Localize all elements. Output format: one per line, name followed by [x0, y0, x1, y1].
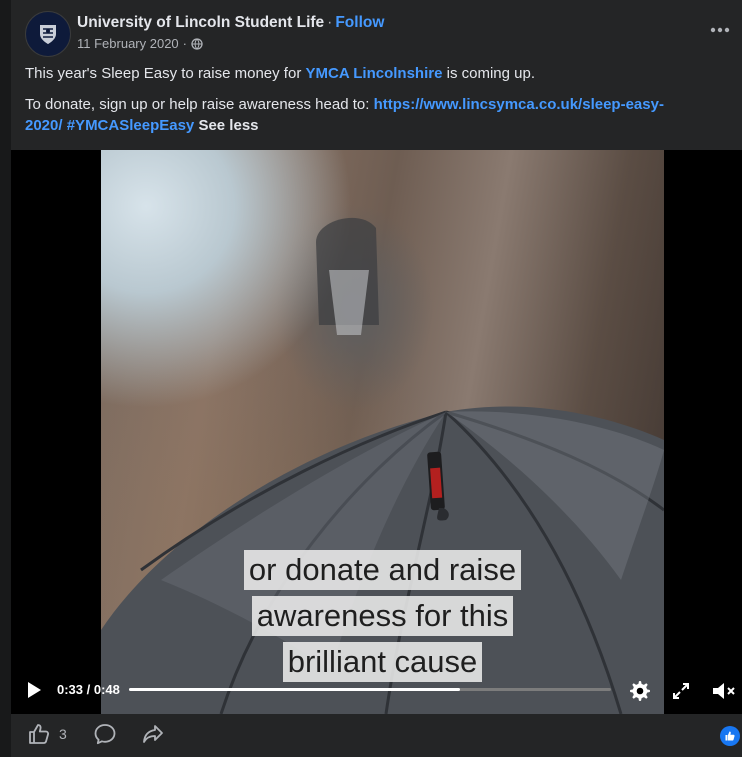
- post-text: This year's Sleep Easy to raise money fo…: [25, 63, 685, 146]
- video-frame[interactable]: or donate and raise awareness for this b…: [101, 150, 664, 714]
- video-player[interactable]: or donate and raise awareness for this b…: [11, 150, 742, 714]
- current-time: 0:33: [57, 682, 84, 697]
- video-progress-bar[interactable]: [129, 688, 611, 691]
- page-avatar[interactable]: [25, 11, 71, 57]
- fullscreen-icon: [673, 683, 689, 699]
- like-count: 3: [59, 726, 67, 742]
- follow-button[interactable]: Follow: [335, 14, 384, 31]
- post-paragraph-2: To donate, sign up or help raise awarene…: [25, 94, 685, 136]
- more-options-icon: [710, 27, 730, 33]
- video-time: 0:33 / 0:48: [57, 682, 120, 697]
- fullscreen-button[interactable]: [669, 679, 693, 703]
- post-header-title: University of Lincoln Student Life · Follo…: [77, 14, 384, 32]
- video-progress-fill: [129, 688, 461, 691]
- share-button[interactable]: [141, 722, 165, 746]
- muted-speaker-icon: [713, 683, 735, 699]
- play-button[interactable]: [23, 679, 45, 701]
- duration: 0:48: [93, 682, 120, 697]
- ymca-lincolnshire-link[interactable]: YMCA Lincolnshire: [305, 65, 442, 82]
- video-captions: or donate and raise awareness for this b…: [101, 547, 664, 685]
- mute-button[interactable]: [710, 679, 738, 703]
- like-reaction-badge: [720, 726, 740, 746]
- caption-line: awareness for this: [251, 596, 514, 636]
- post-text-segment: This year's Sleep Easy to raise money fo…: [25, 65, 306, 82]
- comment-button[interactable]: [93, 722, 117, 746]
- see-less-button[interactable]: See less: [198, 117, 258, 134]
- post-meta: 11 February 2020 ·: [77, 36, 203, 51]
- caption-line: or donate and raise: [243, 550, 522, 590]
- header-separator: ·: [327, 14, 333, 31]
- settings-button[interactable]: [627, 678, 653, 704]
- like-button[interactable]: 3: [27, 722, 67, 746]
- video-controls: 0:33 / 0:48: [11, 674, 742, 706]
- thumbs-up-icon: [29, 724, 50, 744]
- more-options-button[interactable]: [708, 18, 732, 42]
- play-icon: [28, 682, 41, 698]
- university-crest-icon: [40, 25, 56, 44]
- hashtag-link[interactable]: #YMCASleepEasy: [67, 117, 195, 134]
- post-actions-bar: 3: [11, 714, 742, 757]
- share-icon: [143, 725, 163, 743]
- thumbs-up-icon: [725, 731, 735, 741]
- post-text-segment: is coming up.: [442, 65, 535, 82]
- meta-separator: ·: [182, 36, 188, 51]
- gear-icon: [630, 681, 650, 701]
- globe-icon: [191, 37, 203, 50]
- comment-icon: [94, 724, 116, 745]
- post-paragraph-1: This year's Sleep Easy to raise money fo…: [25, 63, 685, 84]
- post-text-segment: To donate, sign up or help raise awarene…: [25, 96, 374, 113]
- post-card: University of Lincoln Student Life · Follo…: [11, 0, 742, 757]
- post-date[interactable]: 11 February 2020: [77, 36, 179, 51]
- page-name-link[interactable]: University of Lincoln Student Life: [77, 14, 324, 31]
- time-separator: /: [83, 682, 94, 697]
